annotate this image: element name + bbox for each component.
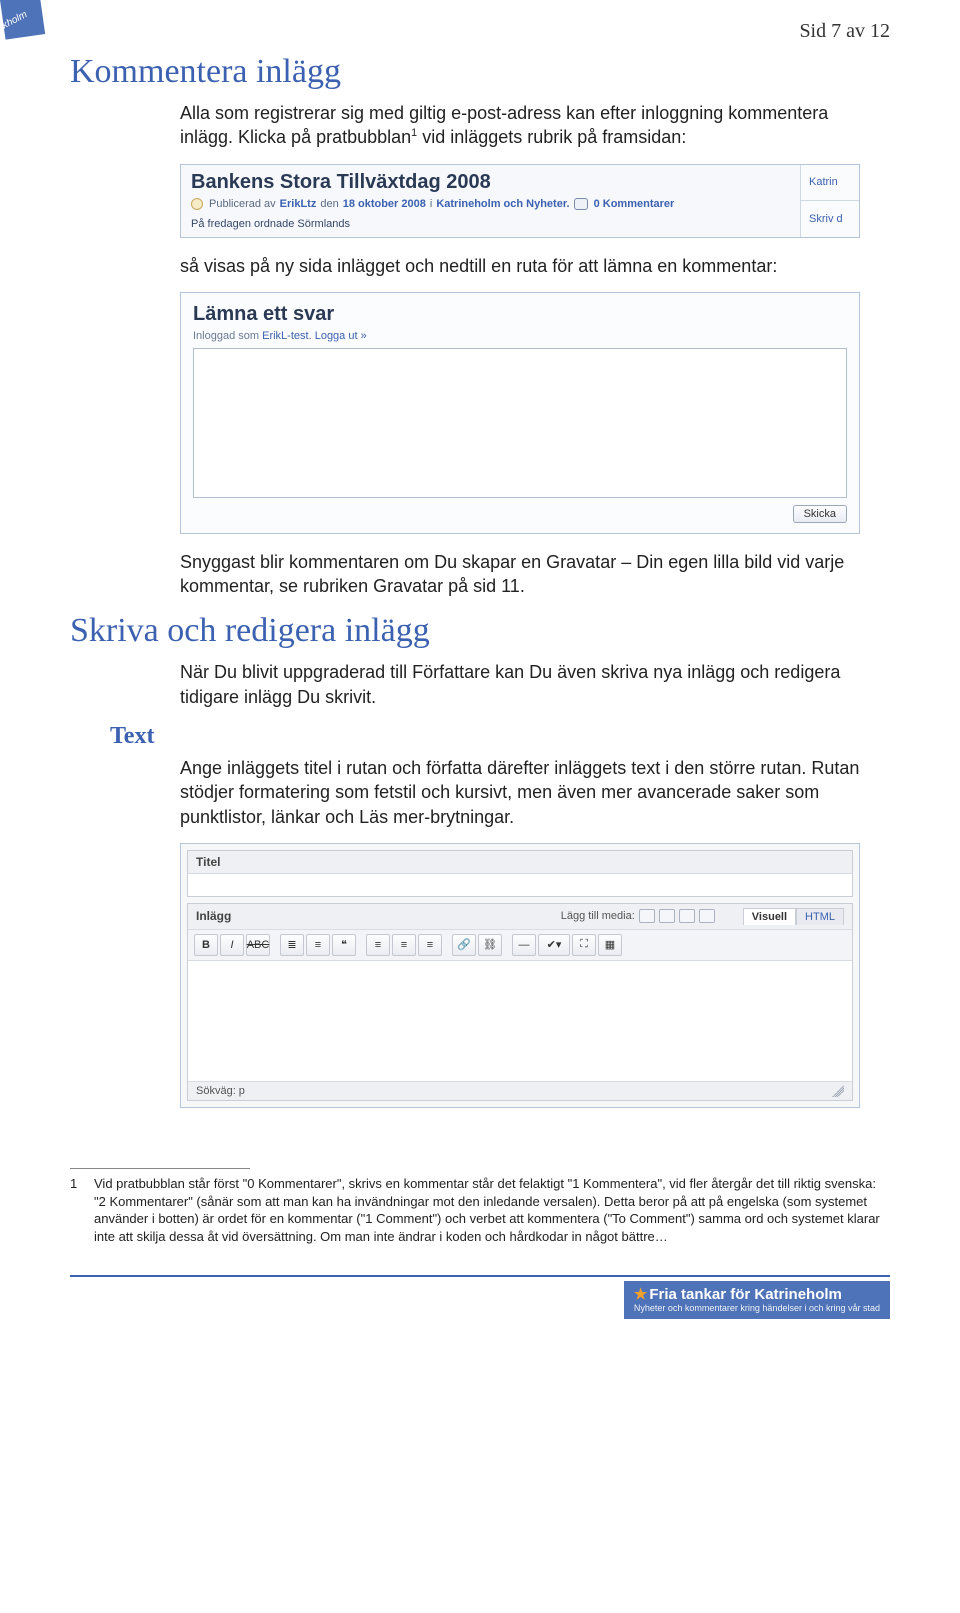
editor-textarea[interactable] <box>188 961 852 1081</box>
tb-quote[interactable]: ❝ <box>332 934 356 956</box>
label-media: Lägg till media: <box>561 910 635 922</box>
speech-bubble-icon[interactable] <box>574 198 588 210</box>
tb-italic[interactable]: I <box>220 934 244 956</box>
clock-icon <box>191 198 203 210</box>
page: kholm Sid 7 av 12 Kommentera inlägg Alla… <box>0 0 960 1613</box>
post-header-main: Bankens Stora Tillväxtdag 2008 Publicera… <box>181 165 801 237</box>
page-number: Sid 7 av 12 <box>70 20 890 43</box>
tb-ol[interactable]: ≡ <box>306 934 330 956</box>
para-2: så visas på ny sida inlägget och nedtill… <box>180 254 860 278</box>
tb-align-right[interactable]: ≡ <box>418 934 442 956</box>
tab-visual[interactable]: Visuell <box>743 908 796 925</box>
footnote-1: 1 Vid pratbubblan står först "0 Kommenta… <box>70 1175 890 1245</box>
cf-logout-link[interactable]: Logga ut » <box>315 330 367 342</box>
meta-date: 18 oktober 2008 <box>343 198 426 210</box>
para-5: Ange inläggets titel i rutan och författ… <box>180 756 860 829</box>
tb-spellcheck[interactable]: ✔▾ <box>538 934 570 956</box>
para-3: Snyggast blir kommentaren om Du skapar e… <box>180 550 860 599</box>
footer-subtitle: Nyheter och kommentarer kring händelser … <box>634 1303 880 1313</box>
para-1: Alla som registrerar sig med giltig e-po… <box>180 101 860 150</box>
comment-form-title: Lämna ett svar <box>193 303 847 326</box>
editor-title-label: Titel <box>188 851 852 874</box>
tb-bold[interactable]: B <box>194 934 218 956</box>
resize-handle-icon[interactable] <box>832 1085 844 1097</box>
editor-title-box: Titel <box>187 850 853 897</box>
footnote-number: 1 <box>70 1175 82 1245</box>
meta-comments[interactable]: 0 Kommentarer <box>594 198 675 210</box>
submit-button[interactable]: Skicka <box>793 505 847 523</box>
label-titel: Titel <box>196 855 220 869</box>
meta-pub: Publicerad av <box>209 198 276 210</box>
tb-fullscreen[interactable]: ⛶ <box>572 934 596 956</box>
add-image-icon[interactable] <box>639 909 655 923</box>
post-meta: Publicerad av ErikLtz den 18 oktober 200… <box>191 198 790 210</box>
tb-unlink[interactable]: ⛓ <box>478 934 502 956</box>
corner-badge-text: kholm <box>0 2 42 31</box>
add-audio-icon[interactable] <box>679 909 695 923</box>
footer-title: ★Fria tankar för Katrineholm <box>634 1285 880 1303</box>
meta-i: i <box>430 198 432 210</box>
post-sidebar: Katrin Skriv d <box>801 165 859 237</box>
footer-rule <box>70 1275 890 1277</box>
editor-statusbar: Sökväg: p <box>188 1081 852 1100</box>
tb-align-left[interactable]: ≡ <box>366 934 390 956</box>
meta-den: den <box>320 198 338 210</box>
footnote-text: Vid pratbubblan står först "0 Kommentare… <box>94 1175 890 1245</box>
add-media-icon[interactable] <box>699 909 715 923</box>
side-link-2[interactable]: Skriv d <box>801 201 859 237</box>
cf-user-link[interactable]: ErikL-test <box>262 330 308 342</box>
post-title[interactable]: Bankens Stora Tillväxtdag 2008 <box>191 171 790 194</box>
tab-html[interactable]: HTML <box>796 908 844 925</box>
tb-kitchensink[interactable]: ▦ <box>598 934 622 956</box>
corner-badge: kholm <box>0 0 45 40</box>
tb-align-center[interactable]: ≡ <box>392 934 416 956</box>
page-footer: ★Fria tankar för Katrineholm Nyheter och… <box>70 1281 890 1319</box>
tb-more[interactable]: — <box>512 934 536 956</box>
editor-tabs: Visuell HTML <box>743 908 844 925</box>
title-input[interactable] <box>188 874 852 896</box>
cf-meta-a: Inloggad som <box>193 330 259 342</box>
editor-toolbar: B I ABC ≣ ≡ ❝ ≡ ≡ ≡ 🔗 ⛓ — ✔▾ ⛶ ▦ <box>188 930 852 961</box>
side-link-1[interactable]: Katrin <box>801 165 859 202</box>
meta-cats[interactable]: Katrineholm och Nyheter. <box>436 198 569 210</box>
screenshot-comment-form: Lämna ett svar Inloggad som ErikL-test. … <box>180 292 860 534</box>
tb-link[interactable]: 🔗 <box>452 934 476 956</box>
tb-strike[interactable]: ABC <box>246 934 270 956</box>
screenshot-post-header: Bankens Stora Tillväxtdag 2008 Publicera… <box>180 164 860 238</box>
media-row: Lägg till media: Visuell HTML <box>561 908 844 925</box>
comment-form-footer: Skicka <box>193 504 847 523</box>
label-inlagg: Inlägg <box>196 909 231 923</box>
footer-box: ★Fria tankar för Katrineholm Nyheter och… <box>624 1281 890 1319</box>
comment-textarea[interactable] <box>193 348 847 498</box>
post-preview: På fredagen ordnade Sörmlands <box>191 218 790 230</box>
star-icon: ★ <box>634 1286 647 1303</box>
comment-form-meta: Inloggad som ErikL-test. Logga ut » <box>193 330 847 342</box>
footer-title-text: Fria tankar för Katrineholm <box>649 1286 842 1303</box>
screenshot-editor: Titel Inlägg Lägg till media: Visuell HT… <box>180 843 860 1108</box>
heading-kommentera: Kommentera inlägg <box>70 53 890 91</box>
status-path: Sökväg: p <box>196 1085 245 1097</box>
meta-author[interactable]: ErikLtz <box>280 198 317 210</box>
footnote-separator <box>70 1168 250 1169</box>
subheading-text: Text <box>110 723 890 750</box>
para-1-b: vid inläggets rubrik på framsidan: <box>417 127 686 147</box>
heading-skriva: Skriva och redigera inlägg <box>70 612 890 650</box>
para-4: När Du blivit uppgraderad till Författar… <box>180 660 860 709</box>
editor-body-header: Inlägg Lägg till media: Visuell HTML <box>188 904 852 930</box>
editor-body-box: Inlägg Lägg till media: Visuell HTML B I <box>187 903 853 1101</box>
tb-ul[interactable]: ≣ <box>280 934 304 956</box>
add-video-icon[interactable] <box>659 909 675 923</box>
